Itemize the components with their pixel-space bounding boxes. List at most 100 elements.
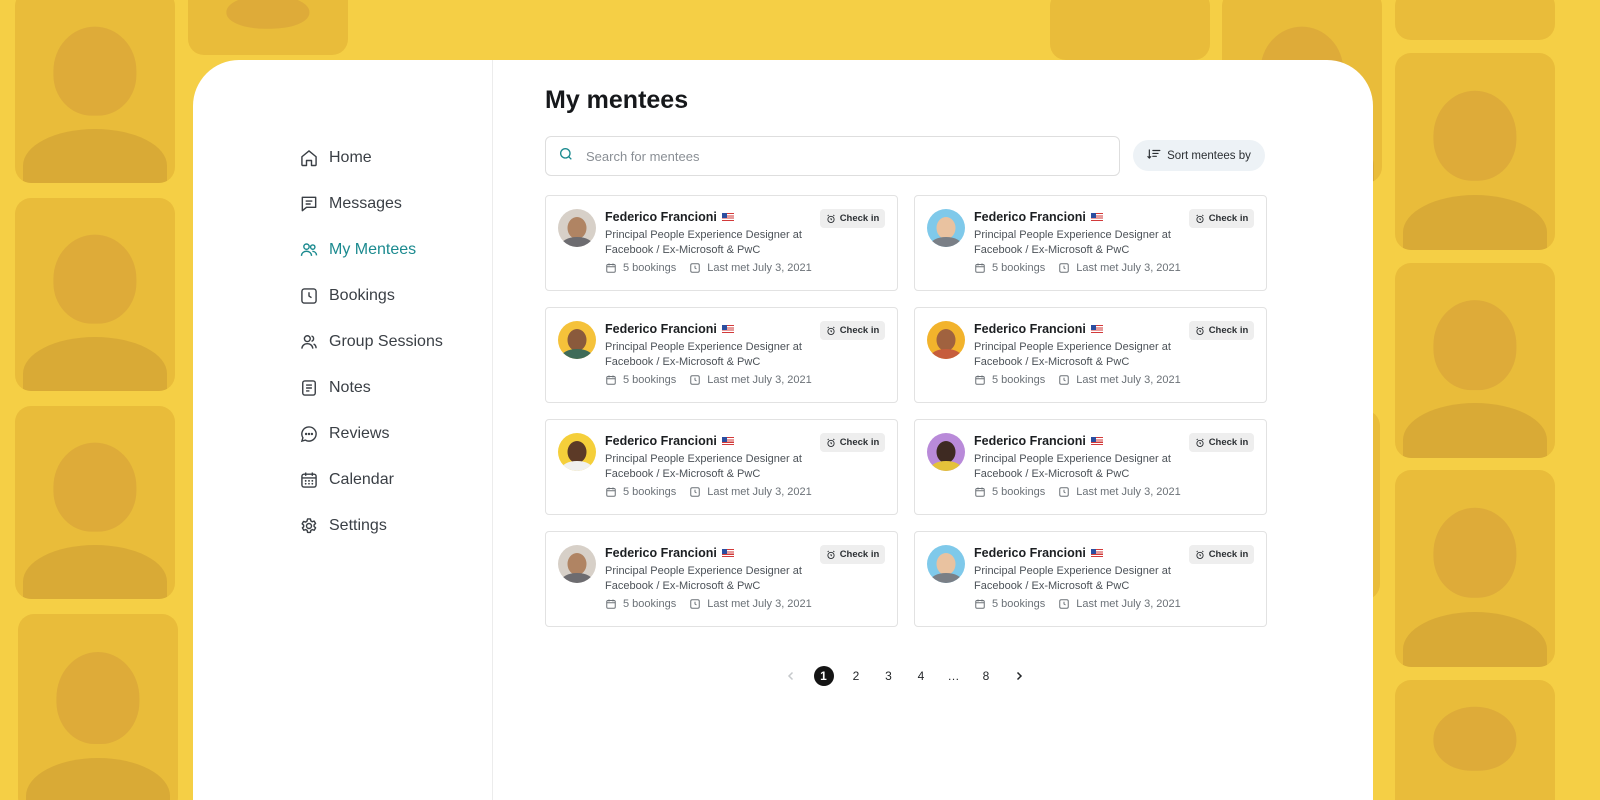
check-in-button[interactable]: Check in — [820, 209, 885, 228]
mentee-card[interactable]: Federico Francioni Principal People Expe… — [914, 195, 1267, 291]
page-button[interactable]: 1 — [813, 666, 834, 686]
sidebar: Home Messages My Mentees Bookings Group … — [193, 60, 493, 800]
alarm-clock-icon — [1196, 326, 1204, 335]
bookings-label: 5 bookings — [992, 262, 1046, 274]
avatar — [927, 433, 965, 471]
page-button[interactable]: 8 — [976, 666, 996, 686]
sidebar-item-label: Reviews — [329, 425, 390, 442]
last-met: Last met July 3, 2021 — [689, 374, 812, 386]
mentee-card[interactable]: Federico Francioni Principal People Expe… — [545, 531, 898, 627]
mentee-grid: Federico Francioni Principal People Expe… — [545, 195, 1267, 627]
check-in-button[interactable]: Check in — [820, 321, 885, 340]
check-in-label: Check in — [1208, 437, 1249, 448]
check-in-label: Check in — [839, 437, 880, 448]
bookings-count: 5 bookings — [605, 598, 676, 610]
mentee-meta: 5 bookings Last met July 3, 2021 — [974, 486, 1194, 498]
sidebar-item-notes[interactable]: Notes — [299, 374, 371, 402]
background-photo-tile — [1395, 0, 1555, 40]
sort-button[interactable]: Sort mentees by — [1133, 140, 1265, 171]
next-page-button[interactable] — [1009, 666, 1029, 686]
bookings-count: 5 bookings — [974, 598, 1045, 610]
avatar — [927, 545, 965, 583]
pagination: 1 2 3 4 … 8 — [781, 666, 1041, 686]
mentee-meta: 5 bookings Last met July 3, 2021 — [974, 374, 1194, 386]
check-in-button[interactable]: Check in — [820, 545, 885, 564]
mentee-meta: 5 bookings Last met July 3, 2021 — [605, 262, 825, 274]
mentee-card[interactable]: Federico Francioni Principal People Expe… — [545, 195, 898, 291]
mentee-card[interactable]: Federico Francioni Principal People Expe… — [545, 307, 898, 403]
sidebar-item-settings[interactable]: Settings — [299, 512, 387, 540]
mentee-name: Federico Francioni — [974, 210, 1086, 224]
background-photo-tile — [1395, 263, 1555, 458]
search-icon — [558, 146, 574, 167]
page-button[interactable]: 3 — [879, 666, 899, 686]
mentee-card[interactable]: Federico Francioni Principal People Expe… — [545, 419, 898, 515]
last-met-label: Last met July 3, 2021 — [1076, 598, 1181, 610]
mentee-name-row: Federico Francioni — [605, 210, 734, 224]
last-met: Last met July 3, 2021 — [1058, 374, 1181, 386]
sidebar-item-label: Calendar — [329, 471, 394, 488]
chevron-right-icon — [1016, 671, 1022, 681]
background-photo-tile — [18, 614, 178, 800]
calendar-icon — [606, 263, 616, 273]
clock-icon — [690, 263, 700, 273]
page-button[interactable]: 2 — [846, 666, 866, 686]
page-button[interactable]: 4 — [911, 666, 931, 686]
mentee-card[interactable]: Federico Francioni Principal People Expe… — [914, 419, 1267, 515]
bookings-label: 5 bookings — [623, 486, 677, 498]
sidebar-item-label: Group Sessions — [329, 333, 443, 350]
alarm-clock-icon — [827, 550, 835, 559]
bookings-label: 5 bookings — [623, 598, 677, 610]
calendar-icon — [975, 263, 985, 273]
previous-page-button[interactable] — [781, 666, 801, 686]
sidebar-item-my-mentees[interactable]: My Mentees — [299, 236, 416, 264]
check-in-label: Check in — [1208, 213, 1249, 224]
mentee-name: Federico Francioni — [974, 546, 1086, 560]
clock-icon — [1059, 263, 1069, 273]
sidebar-item-home[interactable]: Home — [299, 144, 372, 172]
mentee-name: Federico Francioni — [605, 546, 717, 560]
mentee-card[interactable]: Federico Francioni Principal People Expe… — [914, 531, 1267, 627]
background-photo-tile — [15, 198, 175, 391]
avatar — [558, 545, 596, 583]
mentee-role: Principal People Experience Designer at … — [974, 453, 1171, 480]
check-in-button[interactable]: Check in — [1189, 209, 1254, 228]
sidebar-item-bookings[interactable]: Bookings — [299, 282, 395, 310]
background-photo-tile — [1395, 53, 1555, 250]
us-flag-icon — [1090, 549, 1103, 557]
page-title: My mentees — [545, 86, 689, 114]
mentee-name-row: Federico Francioni — [974, 210, 1103, 224]
mentee-card[interactable]: Federico Francioni Principal People Expe… — [914, 307, 1267, 403]
calendar-icon — [975, 375, 985, 385]
sort-icon — [1147, 148, 1167, 163]
app-panel: Home Messages My Mentees Bookings Group … — [193, 60, 1373, 800]
clock-icon — [690, 599, 700, 609]
calendar-icon — [606, 487, 616, 497]
check-in-button[interactable]: Check in — [1189, 433, 1254, 452]
mentee-name: Federico Francioni — [605, 210, 717, 224]
check-in-button[interactable]: Check in — [820, 433, 885, 452]
home-icon — [299, 148, 319, 168]
search-box[interactable] — [545, 136, 1120, 176]
last-met: Last met July 3, 2021 — [689, 598, 812, 610]
check-in-button[interactable]: Check in — [1189, 321, 1254, 340]
gear-icon — [299, 516, 319, 536]
last-met-label: Last met July 3, 2021 — [707, 374, 812, 386]
sidebar-item-group-sessions[interactable]: Group Sessions — [299, 328, 443, 356]
mentee-role: Principal People Experience Designer at … — [605, 229, 802, 256]
calendar-icon — [299, 470, 319, 490]
sidebar-item-reviews[interactable]: Reviews — [299, 420, 389, 448]
check-in-button[interactable]: Check in — [1189, 545, 1254, 564]
mentee-name-row: Federico Francioni — [974, 546, 1103, 560]
sidebar-item-label: Home — [329, 149, 372, 166]
search-input[interactable] — [586, 148, 1086, 164]
clock-icon — [1059, 599, 1069, 609]
check-in-label: Check in — [839, 549, 880, 560]
sidebar-item-calendar[interactable]: Calendar — [299, 466, 394, 494]
pagination-ellipsis: … — [947, 669, 960, 683]
last-met-label: Last met July 3, 2021 — [1076, 262, 1181, 274]
chevron-left-icon — [787, 671, 794, 681]
mentee-name-row: Federico Francioni — [974, 434, 1103, 448]
avatar — [558, 433, 596, 471]
sidebar-item-messages[interactable]: Messages — [299, 190, 402, 218]
